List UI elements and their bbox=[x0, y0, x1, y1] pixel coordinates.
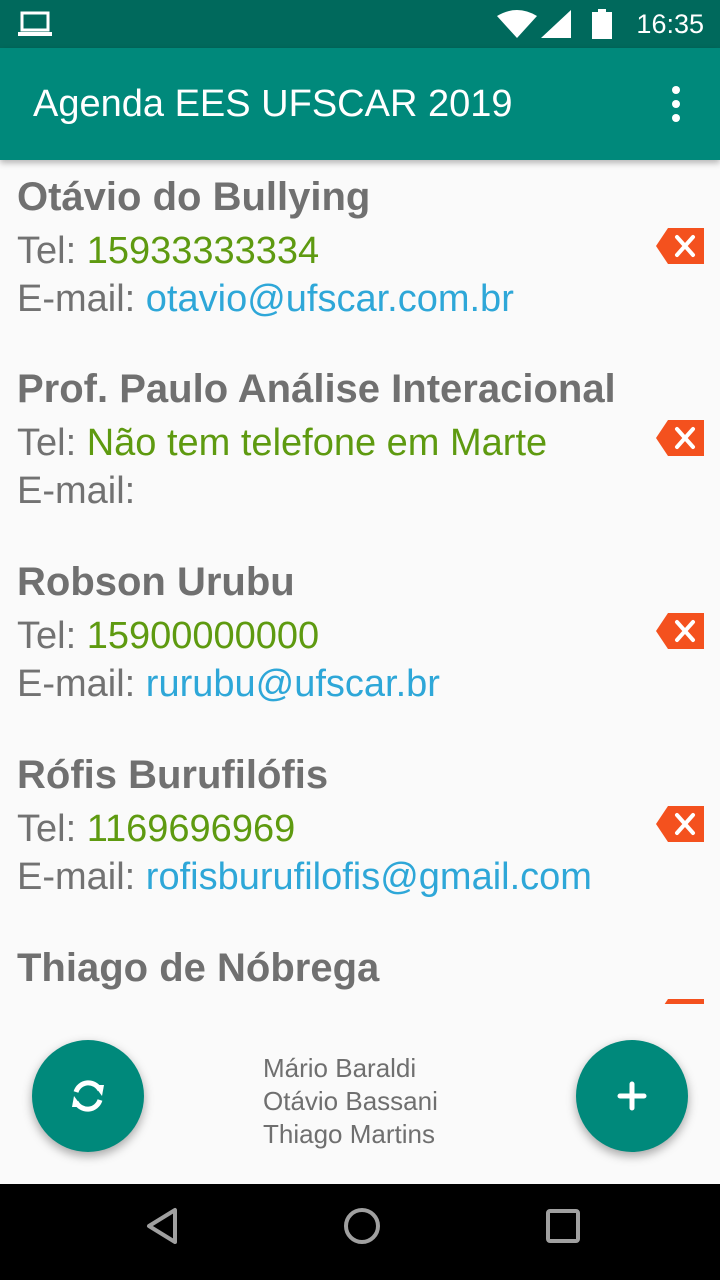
contact-item[interactable]: Robson Urubu Tel: 15900000000 E-mail: ru… bbox=[0, 545, 720, 737]
contact-item[interactable]: Otávio do Bullying Tel: 15933333334 E-ma… bbox=[0, 160, 720, 352]
contact-list[interactable]: Otávio do Bullying Tel: 15933333334 E-ma… bbox=[0, 160, 720, 1004]
bottom-bar: Mário Baraldi Otávio Bassani Thiago Mart… bbox=[0, 1004, 720, 1184]
app-title: Agenda EES UFSCAR 2019 bbox=[33, 83, 513, 125]
credit-name: Otávio Bassani bbox=[263, 1086, 438, 1116]
email-label: E-mail: bbox=[17, 856, 146, 898]
back-icon[interactable] bbox=[143, 1206, 183, 1246]
credit-name: Thiago Martins bbox=[263, 1119, 435, 1149]
contact-email: E-mail: rurubu@ufscar.br bbox=[17, 661, 440, 707]
delete-icon[interactable] bbox=[656, 420, 704, 456]
refresh-button[interactable] bbox=[32, 1040, 144, 1152]
refresh-icon bbox=[72, 1080, 104, 1112]
laptop-icon bbox=[18, 11, 52, 36]
recents-icon[interactable] bbox=[543, 1206, 583, 1246]
status-bar: 16:35 bbox=[0, 0, 720, 48]
plus-icon bbox=[617, 1081, 647, 1111]
more-vert-icon[interactable] bbox=[660, 82, 692, 126]
credits: Mário Baraldi Otávio Bassani Thiago Mart… bbox=[263, 1052, 438, 1151]
status-clock: 16:35 bbox=[636, 9, 704, 39]
contact-name: Robson Urubu bbox=[17, 560, 295, 604]
tel-value[interactable]: 15900000000 bbox=[87, 615, 319, 657]
add-contact-button[interactable] bbox=[576, 1040, 688, 1152]
contact-name: Otávio do Bullying bbox=[17, 175, 371, 219]
email-label: E-mail: bbox=[17, 278, 146, 320]
wifi-icon bbox=[497, 10, 537, 38]
contact-tel: Tel: 1169696969 bbox=[17, 806, 295, 852]
contact-tel: Tel: 15933333334 bbox=[17, 228, 319, 274]
tel-label: Tel: bbox=[17, 808, 87, 850]
tel-label: Tel: bbox=[17, 615, 87, 657]
home-icon[interactable] bbox=[342, 1206, 382, 1246]
delete-icon[interactable] bbox=[656, 613, 704, 649]
contact-tel: Tel: 15900000000 bbox=[17, 613, 319, 659]
credit-name: Mário Baraldi bbox=[263, 1053, 417, 1083]
system-nav-bar bbox=[0, 1184, 720, 1280]
contact-tel: Tel: Não tem telefone em Marte bbox=[17, 420, 547, 466]
signal-icon bbox=[541, 10, 571, 38]
contact-name: Thiago de Nóbrega bbox=[17, 946, 380, 990]
tel-value[interactable]: 1169696969 bbox=[87, 808, 296, 850]
email-value[interactable]: rurubu@ufscar.br bbox=[146, 663, 440, 705]
tel-value[interactable]: Não tem telefone em Marte bbox=[87, 422, 547, 464]
contact-name: Rófis Burufilófis bbox=[17, 753, 329, 797]
delete-icon[interactable] bbox=[656, 806, 704, 842]
contact-name: Prof. Paulo Análise Interacional bbox=[17, 367, 616, 411]
contact-email: E-mail: otavio@ufscar.com.br bbox=[17, 276, 514, 322]
app-bar: Agenda EES UFSCAR 2019 bbox=[0, 48, 720, 160]
contact-email: E-mail: bbox=[17, 468, 135, 514]
contact-item[interactable]: Prof. Paulo Análise Interacional Tel: Nã… bbox=[0, 352, 720, 544]
tel-label: Tel: bbox=[17, 422, 87, 464]
contact-item[interactable]: Thiago de Nóbrega bbox=[0, 931, 720, 1004]
delete-icon[interactable] bbox=[656, 228, 704, 264]
tel-value[interactable]: 15933333334 bbox=[87, 230, 319, 272]
email-value[interactable]: rofisburufilofis@gmail.com bbox=[146, 856, 592, 898]
contact-email: E-mail: rofisburufilofis@gmail.com bbox=[17, 854, 592, 900]
contact-item[interactable]: Rófis Burufilófis Tel: 1169696969 E-mail… bbox=[0, 738, 720, 930]
email-value[interactable]: otavio@ufscar.com.br bbox=[146, 278, 514, 320]
battery-icon bbox=[592, 9, 612, 39]
tel-label: Tel: bbox=[17, 230, 87, 272]
email-label: E-mail: bbox=[17, 470, 136, 512]
email-label: E-mail: bbox=[17, 663, 146, 705]
